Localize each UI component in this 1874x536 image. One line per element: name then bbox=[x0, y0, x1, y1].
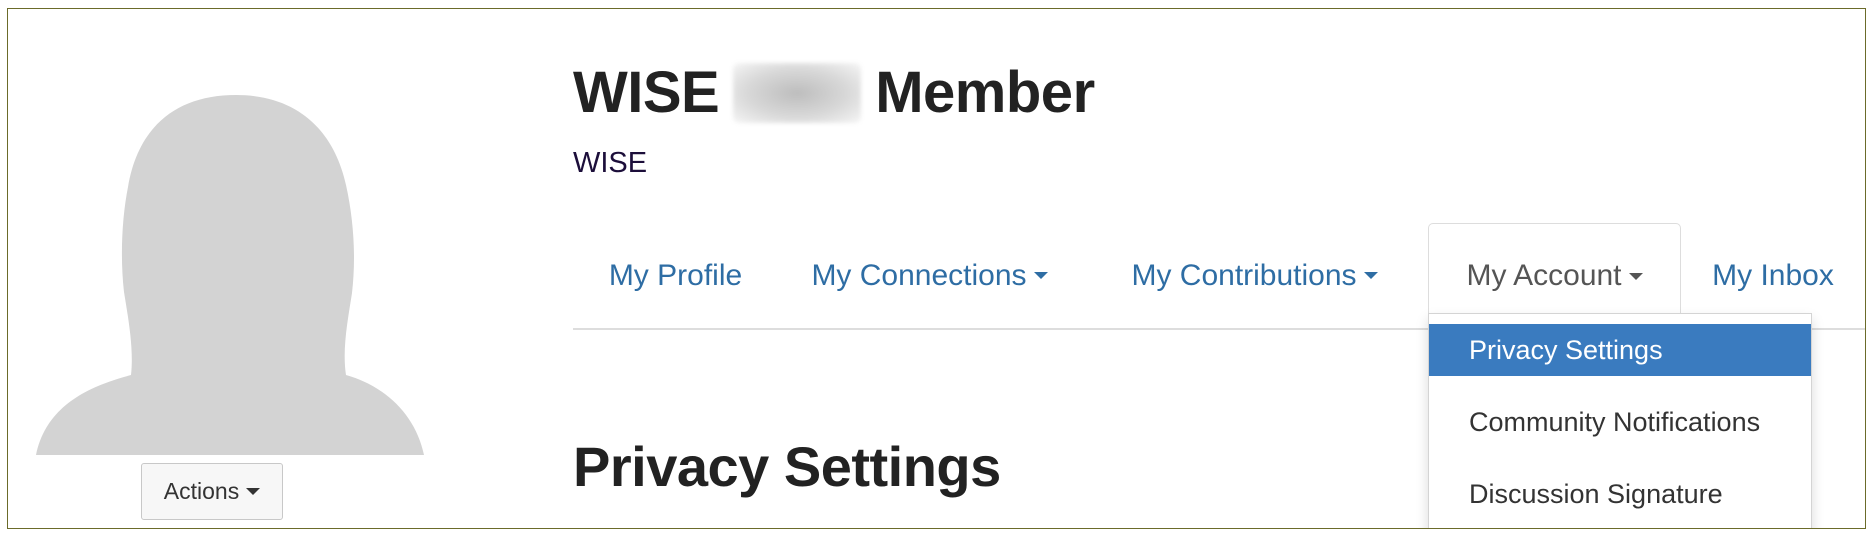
redacted-name bbox=[733, 62, 862, 123]
member-first-name: WISE bbox=[573, 60, 720, 125]
tab-label: My Profile bbox=[608, 258, 743, 292]
tab-label: My Contributions bbox=[1131, 258, 1357, 292]
tab-my-profile[interactable]: My Profile bbox=[573, 223, 778, 328]
tab-label: My Connections bbox=[811, 258, 1027, 292]
tab-my-connections[interactable]: My Connections bbox=[798, 223, 1061, 328]
caret-down-icon bbox=[1628, 272, 1643, 280]
my-account-dropdown-menu: Privacy Settings Community Notifications… bbox=[1428, 313, 1812, 528]
avatar bbox=[36, 95, 424, 455]
menu-item-community-notifications[interactable]: Community Notifications bbox=[1429, 396, 1811, 448]
menu-item-label: Discussion Signature bbox=[1469, 478, 1723, 509]
member-organization: WISE bbox=[573, 147, 648, 179]
tab-my-contributions[interactable]: My Contributions bbox=[1113, 223, 1396, 328]
member-last-name: Member bbox=[875, 60, 1095, 125]
tab-label: My Inbox bbox=[1712, 258, 1834, 292]
menu-item-privacy-settings[interactable]: Privacy Settings bbox=[1429, 324, 1811, 376]
caret-down-icon bbox=[1033, 272, 1048, 279]
actions-label: Actions bbox=[163, 478, 240, 504]
menu-item-label: Privacy Settings bbox=[1469, 334, 1663, 365]
menu-item-discussion-signature[interactable]: Discussion Signature bbox=[1429, 468, 1811, 520]
tab-label: My Account bbox=[1466, 259, 1622, 292]
profile-panel: Actions WISE Member WISE My Profile My C… bbox=[7, 8, 1866, 529]
caret-down-icon bbox=[1363, 272, 1378, 279]
menu-item-label: Community Notifications bbox=[1469, 406, 1761, 437]
caret-down-icon bbox=[246, 488, 261, 495]
actions-button[interactable]: Actions bbox=[141, 463, 283, 520]
member-name: WISE Member bbox=[573, 59, 1095, 126]
page-title: Privacy Settings bbox=[573, 435, 1001, 498]
